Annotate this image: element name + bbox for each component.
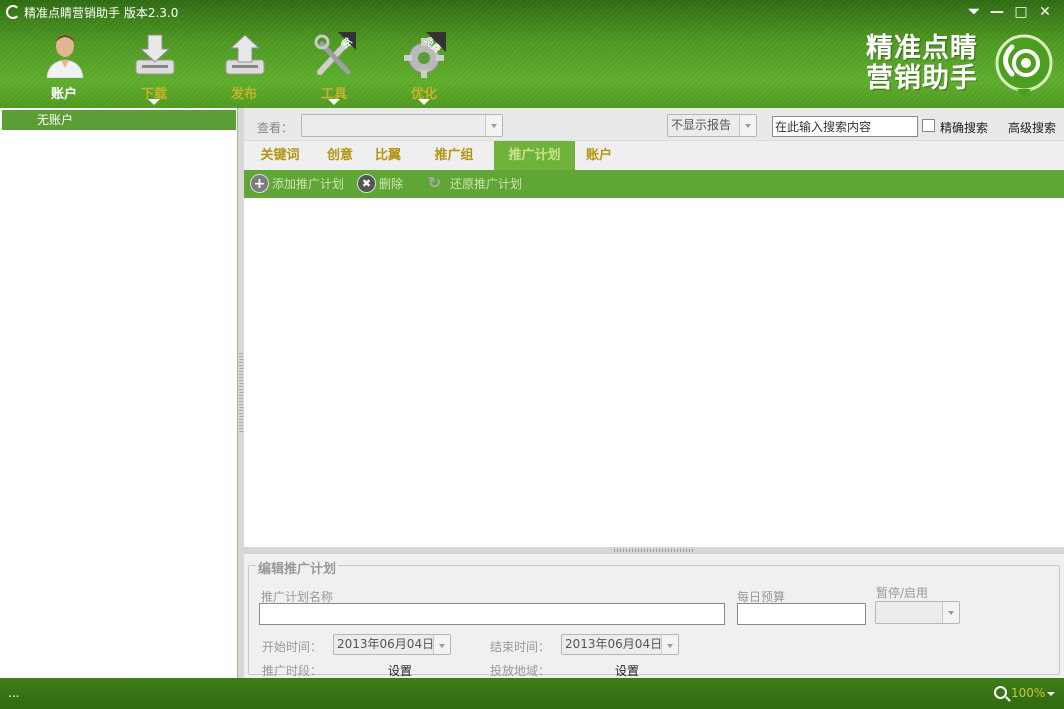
- horizontal-splitter[interactable]: [244, 547, 1064, 554]
- tab-account[interactable]: 账户: [578, 141, 620, 170]
- advanced-search-link[interactable]: 高级搜索: [1008, 119, 1056, 136]
- schedule-label: 推广时段：: [262, 664, 323, 678]
- toolbar-label: 发布: [230, 87, 257, 102]
- toolbar-label: 账户: [50, 87, 77, 102]
- account-tree-panel: 无账户: [0, 108, 238, 678]
- splitter-grip-icon: [239, 353, 243, 433]
- campaign-name-input[interactable]: [259, 603, 725, 625]
- toolbar-optimize-button[interactable]: 免费 优化: [394, 32, 454, 105]
- tab-keywords[interactable]: 关键词: [250, 141, 310, 170]
- add-campaign-button[interactable]: + 添加推广计划: [250, 174, 346, 194]
- splitter-grip-icon: [614, 549, 694, 552]
- zoom-icon[interactable]: [994, 686, 1007, 699]
- app-logo-icon: [6, 5, 20, 19]
- pause-enable-label: 暂停/启用: [876, 586, 929, 600]
- delete-icon: ✖: [357, 174, 376, 193]
- zoom-level[interactable]: 100%: [1011, 686, 1045, 700]
- chevron-down-icon: [148, 99, 160, 105]
- view-label: 查看：: [257, 121, 294, 135]
- chevron-down-icon: [739, 115, 756, 136]
- window-title: 精准点睛营销助手 版本2.3.0: [24, 6, 179, 20]
- toolbar-download-button[interactable]: 下载: [124, 32, 184, 105]
- exact-search-checkbox[interactable]: [922, 119, 935, 132]
- end-time-label: 结束时间：: [490, 640, 551, 654]
- region-label: 投放地域：: [490, 664, 551, 678]
- filter-bar: 查看： 不显示报告 精确搜索 高级搜索: [244, 108, 1064, 141]
- tab-adgroups[interactable]: 推广组: [424, 141, 484, 170]
- chevron-down-icon: [418, 99, 430, 105]
- add-icon: +: [250, 174, 269, 193]
- brand-line-2: 营销助手: [866, 63, 978, 94]
- tab-biyi[interactable]: 比翼: [366, 141, 410, 170]
- search-input[interactable]: [772, 116, 918, 137]
- user-icon: [46, 35, 84, 78]
- main-panel: 查看： 不显示报告 精确搜索 高级搜索 关键词 创意 比翼 推广组 推广计划 账…: [244, 108, 1064, 678]
- brand-wordmark: 精准点睛 营销助手: [866, 34, 978, 94]
- delete-label: 删除: [379, 177, 404, 191]
- upload-icon: [225, 34, 265, 75]
- start-date-picker[interactable]: 2013年06月04日: [333, 634, 451, 655]
- exact-search-label: 精确搜索: [940, 121, 989, 135]
- status-text: ...: [8, 686, 20, 700]
- chevron-down-icon: [661, 635, 678, 654]
- chevron-down-icon: [433, 635, 450, 654]
- pause-enable-select[interactable]: [875, 601, 960, 624]
- region-set-link[interactable]: 设置: [615, 662, 639, 679]
- chevron-down-icon: [942, 602, 959, 623]
- minimize-button[interactable]: —: [987, 3, 1007, 21]
- chevron-down-icon: [485, 115, 502, 136]
- chevron-down-icon: [328, 99, 340, 105]
- brand-line-1: 精准点睛: [866, 33, 978, 64]
- start-time-label: 开始时间：: [262, 640, 323, 654]
- toolbar-account-button[interactable]: 账户: [34, 32, 94, 104]
- tab-campaigns[interactable]: 推广计划: [494, 141, 575, 170]
- report-select[interactable]: 不显示报告: [667, 114, 757, 137]
- menu-dropdown-icon[interactable]: ⏷: [964, 3, 984, 21]
- schedule-set-link[interactable]: 设置: [388, 662, 412, 679]
- close-button[interactable]: ✕: [1035, 3, 1055, 21]
- end-date-value: 2013年06月04日: [565, 637, 663, 651]
- restore-icon: ↻: [427, 173, 442, 192]
- edit-campaign-panel: 推广计划名称 每日预算 暂停/启用 开始时间： 2013年06月04日 结束时间…: [244, 554, 1064, 678]
- action-bar: + 添加推广计划 ✖ 删除 ↻ 还原推广计划: [244, 170, 1064, 198]
- daily-budget-input[interactable]: [737, 603, 866, 625]
- toolbar-tools-button[interactable]: 新 工具: [304, 32, 364, 105]
- restore-campaign-button[interactable]: ↻ 还原推广计划: [425, 174, 525, 194]
- title-bar: 精准点睛营销助手 版本2.3.0 ⏷ — □ ✕: [0, 0, 1064, 24]
- tabs-bar: 关键词 创意 比翼 推广组 推广计划 账户: [244, 141, 1064, 170]
- start-date-value: 2013年06月04日: [337, 637, 435, 651]
- download-icon: [135, 34, 175, 75]
- account-tree-item[interactable]: 无账户: [2, 110, 236, 130]
- delete-button[interactable]: ✖ 删除: [357, 174, 407, 194]
- toolbar-publish-button[interactable]: 发布: [214, 32, 274, 104]
- maximize-button[interactable]: □: [1011, 3, 1031, 21]
- app-header: 精准点睛营销助手 版本2.3.0 ⏷ — □ ✕ 账户 下载 发布 新 工具 免…: [0, 0, 1064, 108]
- add-campaign-label: 添加推广计划: [272, 177, 345, 191]
- restore-campaign-label: 还原推广计划: [450, 177, 523, 191]
- chevron-down-icon[interactable]: [1047, 692, 1055, 696]
- campaign-list[interactable]: [244, 198, 1064, 546]
- edit-campaign-group: 推广计划名称 每日预算 暂停/启用 开始时间： 2013年06月04日 结束时间…: [248, 565, 1060, 678]
- status-bar: ... 100%: [0, 678, 1064, 709]
- eye-logo-icon: [995, 34, 1053, 98]
- report-select-value: 不显示报告: [671, 118, 732, 132]
- view-select[interactable]: [301, 114, 503, 137]
- end-date-picker[interactable]: 2013年06月04日: [561, 634, 679, 655]
- tab-creatives[interactable]: 创意: [318, 141, 362, 170]
- edit-panel-title: 编辑推广计划: [256, 558, 339, 577]
